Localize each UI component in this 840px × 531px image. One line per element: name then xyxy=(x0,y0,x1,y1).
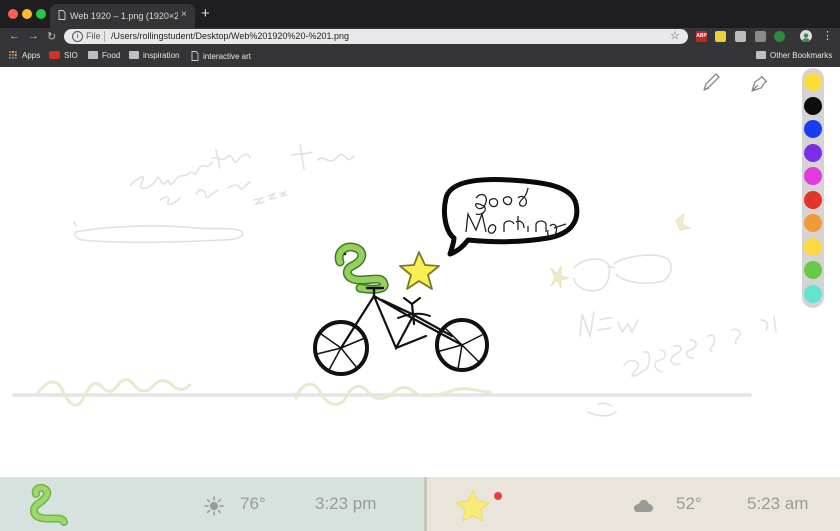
forward-button[interactable]: → xyxy=(28,30,39,42)
extension-photo-icon[interactable] xyxy=(735,31,746,42)
browser-menu-button[interactable]: ⋮ xyxy=(822,29,833,42)
sio-icon xyxy=(49,51,60,59)
speech-bubble xyxy=(441,177,580,257)
new-tab-button[interactable]: + xyxy=(201,5,210,22)
color-swatch-red[interactable] xyxy=(804,191,822,209)
color-swatch-purple[interactable] xyxy=(804,144,822,162)
tab-title: Web 1920 – 1.png (1920×2581) xyxy=(70,11,178,21)
sun-icon xyxy=(204,496,224,516)
color-swatch-magenta[interactable] xyxy=(804,167,822,185)
extension-shield-icon[interactable] xyxy=(774,31,785,42)
bookmark-inspiration[interactable]: inspiration xyxy=(129,51,179,60)
url-text[interactable]: /Users/rollingstudent/Desktop/Web%201920… xyxy=(111,31,349,41)
color-palette xyxy=(802,68,824,308)
color-swatch-green[interactable] xyxy=(804,261,822,279)
color-swatch-orange[interactable] xyxy=(804,214,822,232)
site-info-icon[interactable]: i xyxy=(72,31,83,42)
notification-dot xyxy=(494,492,502,500)
folder-icon xyxy=(88,51,98,59)
color-swatch-blue[interactable] xyxy=(804,120,822,138)
bookmark-apps[interactable]: Apps xyxy=(8,51,40,60)
bookmark-label: inspiration xyxy=(143,51,180,60)
back-button[interactable]: ← xyxy=(9,30,20,42)
star-drawing xyxy=(399,251,440,290)
color-swatch-yellow[interactable] xyxy=(804,73,822,91)
other-bookmarks[interactable]: Other Bookmarks xyxy=(756,51,832,60)
reload-button[interactable]: ↻ xyxy=(47,30,56,43)
profile-avatar[interactable] xyxy=(800,30,812,42)
grid-icon xyxy=(9,51,17,59)
local-temperature: 76° xyxy=(240,494,266,513)
bookmarks-bar xyxy=(0,47,840,67)
canvas-artwork xyxy=(12,144,777,417)
address-separator xyxy=(104,31,105,42)
minimize-window-button[interactable] xyxy=(22,9,32,19)
bookmark-food[interactable]: Food xyxy=(88,51,120,60)
extension-download-icon[interactable] xyxy=(755,31,766,42)
cloud-icon xyxy=(634,499,653,512)
folder-icon xyxy=(129,51,139,59)
page-icon xyxy=(191,51,199,61)
extension-abp-icon[interactable]: ABP xyxy=(696,31,707,42)
color-swatch-gold[interactable] xyxy=(804,238,822,256)
snake-drawing xyxy=(334,242,389,294)
other-bookmarks-label: Other Bookmarks xyxy=(770,51,833,60)
bicycle-drawing xyxy=(313,286,489,376)
address-bar[interactable]: i File /Users/rollingstudent/Desktop/Web… xyxy=(64,29,688,44)
bookmark-sio[interactable]: SIO xyxy=(49,51,78,60)
bookmark-label: Food xyxy=(102,51,121,60)
remote-temperature: 52° xyxy=(676,494,702,513)
close-window-button[interactable] xyxy=(8,9,18,19)
bookmark-star-icon[interactable]: ☆ xyxy=(670,29,680,42)
bookmark-label: SIO xyxy=(64,51,78,60)
pen-nib-icon[interactable] xyxy=(749,72,771,94)
bookmark-label: interactive art xyxy=(203,52,252,61)
page-icon xyxy=(58,10,66,20)
snake-icon[interactable] xyxy=(26,484,70,526)
tab-close-button[interactable]: × xyxy=(181,9,187,20)
glasses-sketch xyxy=(573,254,777,417)
color-swatch-teal[interactable] xyxy=(804,285,822,303)
url-scheme-label: File xyxy=(86,31,101,41)
bookmark-interactive-art[interactable]: interactive art xyxy=(191,51,251,61)
panel-divider xyxy=(424,477,427,531)
sleeping-sketch xyxy=(73,144,355,244)
ground-line xyxy=(12,378,752,407)
remote-time: 5:23 am xyxy=(747,494,809,513)
browser-tab[interactable]: Web 1920 – 1.png (1920×2581) × xyxy=(50,4,195,28)
person-icon xyxy=(802,33,810,42)
color-swatch-black[interactable] xyxy=(804,97,822,115)
bookmark-label: Apps xyxy=(22,51,41,60)
star-icon[interactable] xyxy=(455,489,491,523)
pencil-icon[interactable] xyxy=(700,72,720,94)
folder-icon xyxy=(756,51,766,59)
maximize-window-button[interactable] xyxy=(36,9,46,19)
local-time: 3:23 pm xyxy=(315,494,377,513)
extension-notes-icon[interactable] xyxy=(715,31,726,42)
